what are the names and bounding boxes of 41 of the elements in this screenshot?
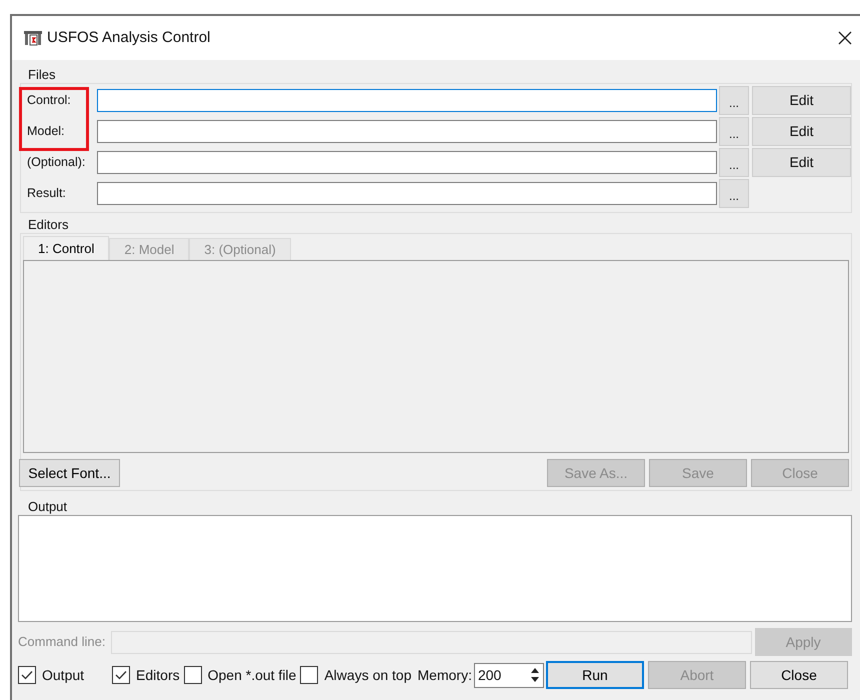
group-label: Files <box>27 66 56 83</box>
highlight-frame <box>19 87 89 151</box>
spinbox-value: 200 <box>476 666 502 684</box>
checkbox-label: Output <box>42 666 84 685</box>
checkbox[interactable] <box>112 666 130 684</box>
field-label: (Optional): <box>27 154 86 172</box>
checkbox-label: Editors <box>136 666 180 684</box>
field-label: Result: <box>27 185 67 202</box>
checkbox[interactable] <box>184 666 202 684</box>
close-icon[interactable] <box>838 31 852 45</box>
file-path-field[interactable] <box>97 182 717 205</box>
browse-button[interactable]: ... <box>719 117 749 146</box>
checkmark-icon <box>21 670 33 680</box>
group-label: Output <box>27 498 68 515</box>
group-label: Editors <box>27 216 70 233</box>
checkbox-label: Open *.out file <box>208 666 296 685</box>
memory-spinbox[interactable]: 200 <box>474 662 544 688</box>
edit-button[interactable]: Edit <box>752 86 851 115</box>
dialog-button[interactable]: Close <box>750 661 848 689</box>
dialog-button[interactable]: Run <box>546 661 644 689</box>
field-label: Control: <box>27 92 72 110</box>
field-label: Model: <box>27 123 66 140</box>
edit-button[interactable]: Edit <box>752 117 851 146</box>
memory-label: Memory: <box>418 666 472 685</box>
app-icon <box>24 30 42 46</box>
checkbox-label: Always on top <box>324 666 412 685</box>
spin-arrows-icon[interactable] <box>530 666 540 684</box>
file-path-field[interactable] <box>97 89 717 112</box>
checkbox[interactable] <box>300 666 318 684</box>
editor-tab[interactable]: 1: Control <box>23 236 110 260</box>
file-path-field[interactable] <box>97 120 717 143</box>
browse-button[interactable]: ... <box>719 148 749 177</box>
command-line-label: Command line: <box>18 633 106 652</box>
window-title: USFOS Analysis Control <box>47 28 210 48</box>
edit-button[interactable]: Edit <box>752 148 851 177</box>
checkbox[interactable] <box>18 666 36 684</box>
file-path-field[interactable] <box>97 151 717 174</box>
browse-button[interactable]: ... <box>719 86 749 115</box>
select-font-button[interactable]: Select Font... <box>19 459 120 487</box>
browse-button[interactable]: ... <box>719 179 749 208</box>
checkmark-icon <box>115 670 128 680</box>
